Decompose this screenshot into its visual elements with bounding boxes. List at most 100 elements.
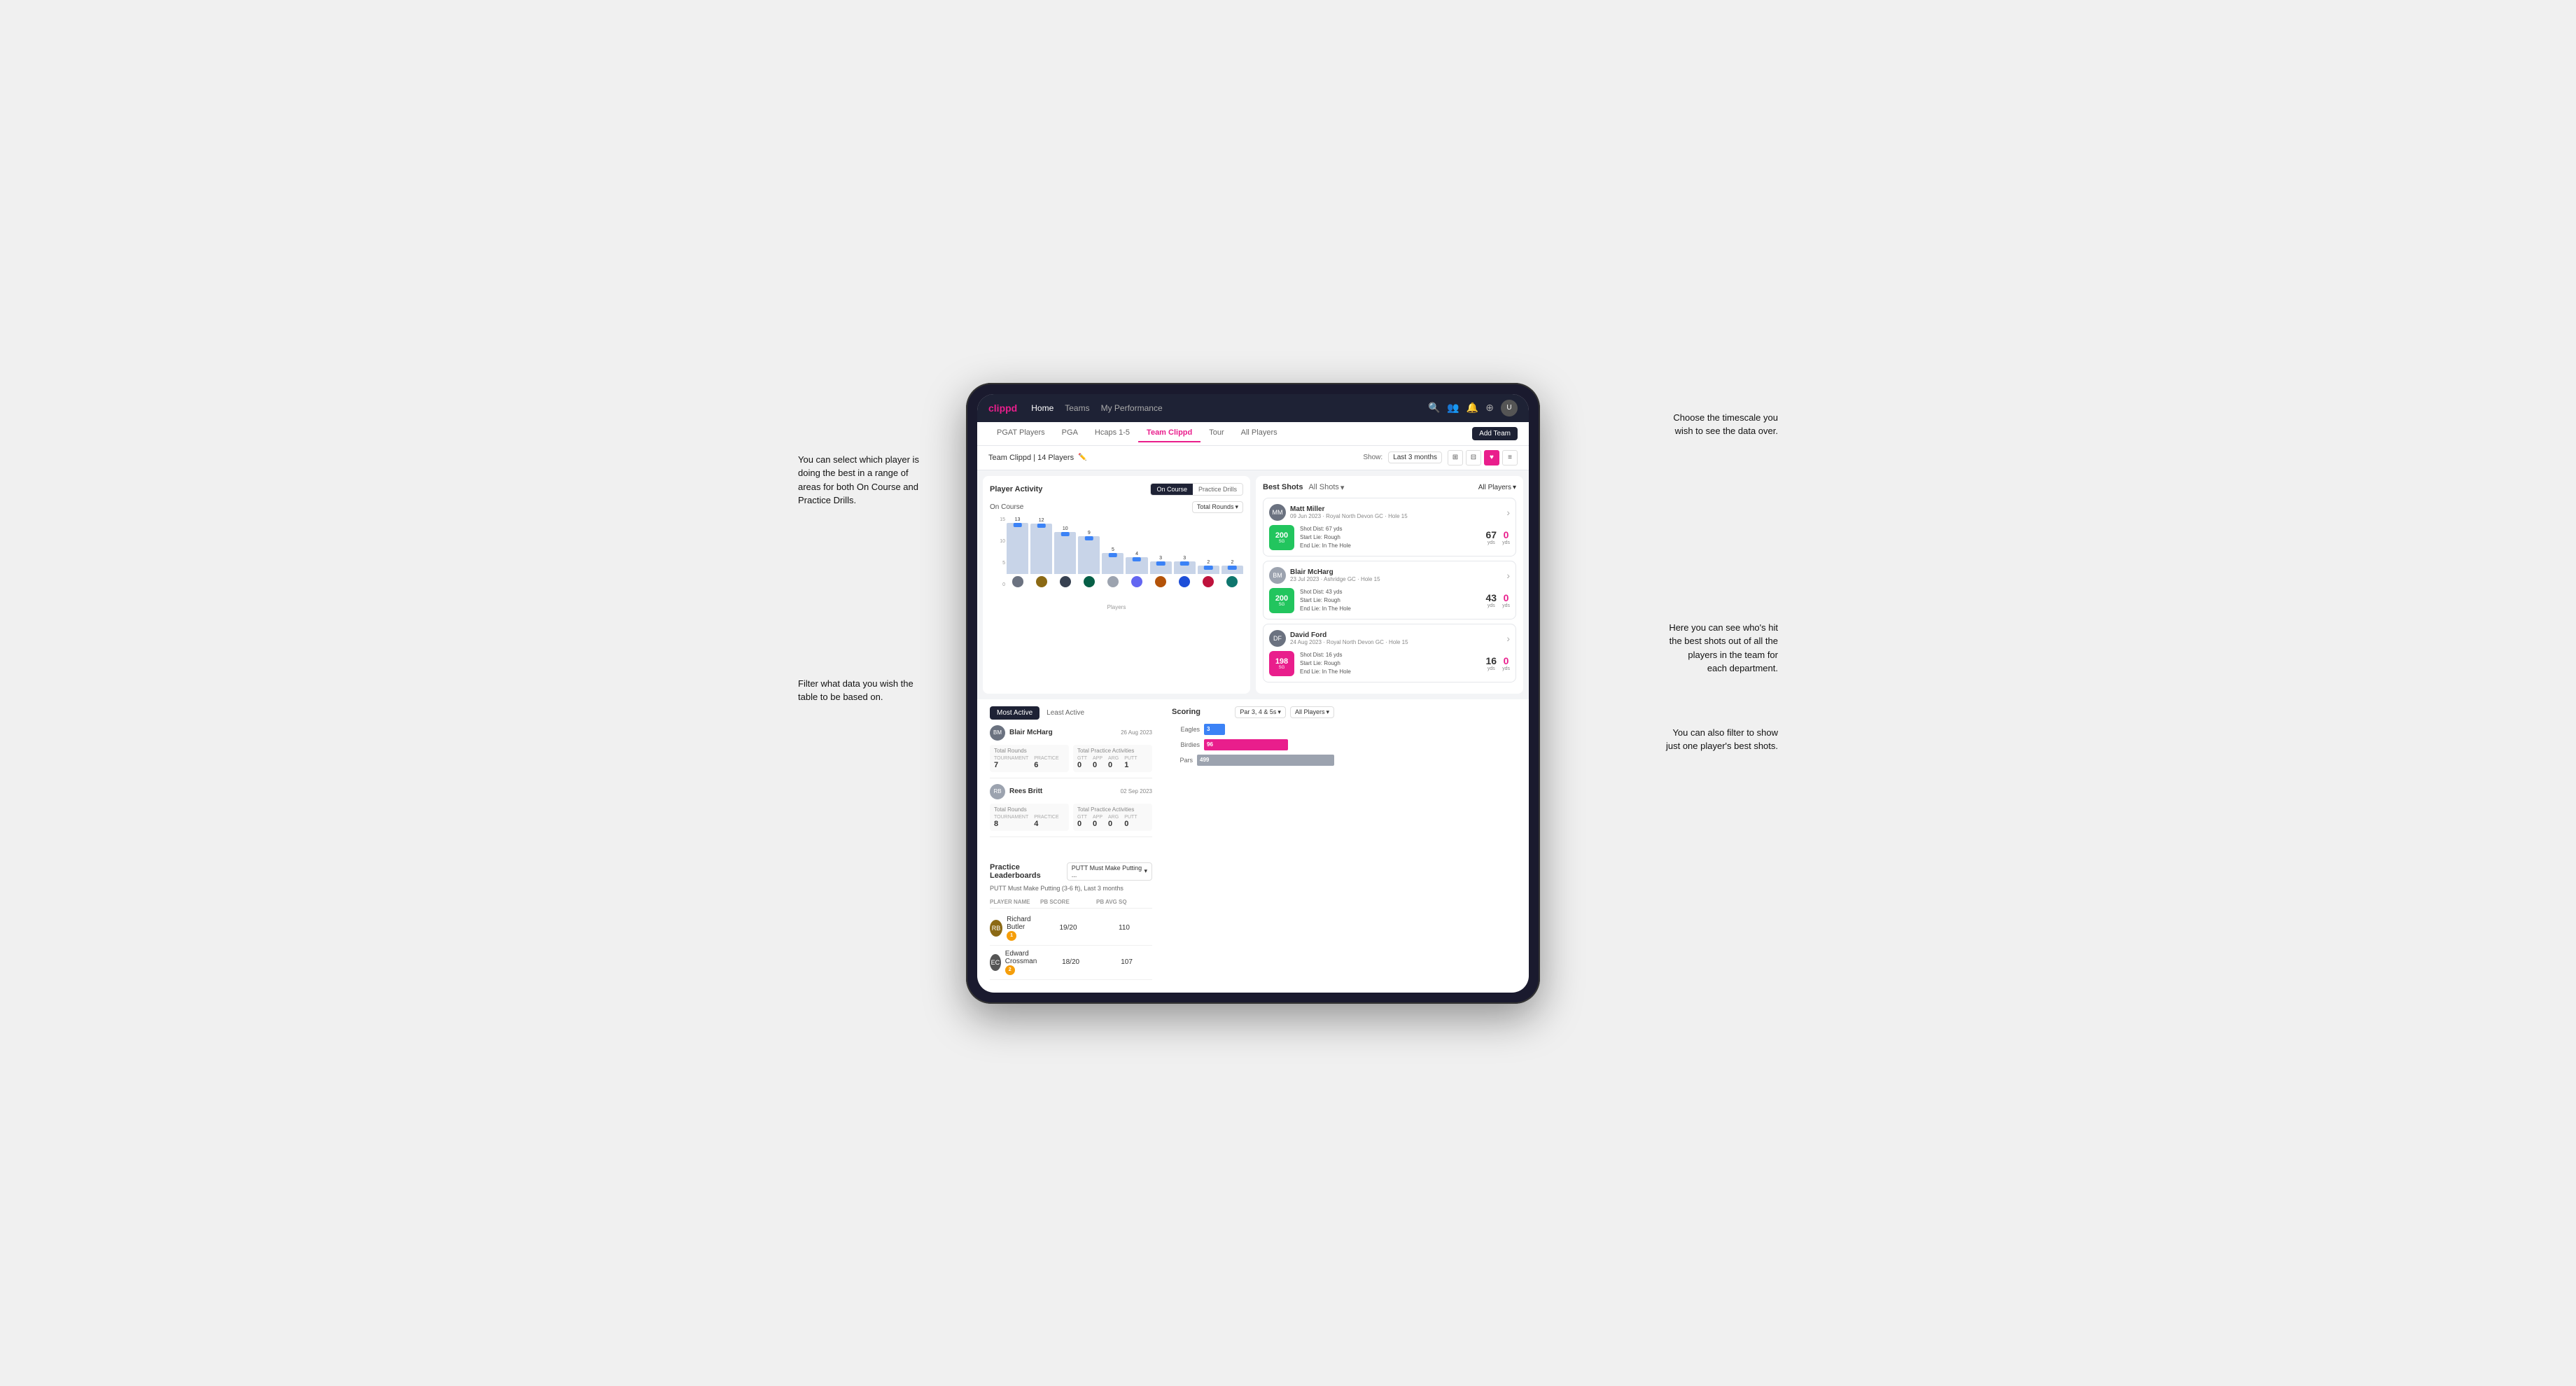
most-active-tab[interactable]: Most Active xyxy=(990,706,1040,720)
total-practice-group-mcharg: Total Practice Activities GTT 0 APP 0 xyxy=(1073,745,1152,772)
bar-highlight xyxy=(1037,524,1045,528)
chevron-down-icon: ▾ xyxy=(1144,867,1147,875)
active-player-britt: RB Rees Britt 02 Sep 2023 Total Rounds T… xyxy=(990,784,1152,837)
all-shots-tab[interactable]: All Shots ▾ xyxy=(1308,483,1344,492)
lb-rank-butler: 1 xyxy=(1007,931,1016,941)
chevron-right-icon[interactable]: › xyxy=(1506,570,1510,581)
active-player-left-britt: RB Rees Britt xyxy=(990,784,1042,799)
tab-pgat-players[interactable]: PGAT Players xyxy=(988,424,1054,442)
tablet-frame: clippd Home Teams My Performance 🔍 👥 🔔 ⊕… xyxy=(966,383,1540,1004)
menu-view-icon[interactable]: ≡ xyxy=(1502,450,1518,465)
grid-view-icon[interactable]: ⊞ xyxy=(1448,450,1463,465)
gtt-label2: GTT xyxy=(1077,815,1087,820)
shot-stat2-ford: 0 yds xyxy=(1502,655,1510,671)
bar xyxy=(1102,553,1124,574)
heart-view-icon[interactable]: ♥ xyxy=(1484,450,1499,465)
nav-my-performance[interactable]: My Performance xyxy=(1101,403,1163,413)
lb-table-header: PLAYER NAME PB SCORE PB AVG SQ xyxy=(990,896,1152,909)
par-filter[interactable]: Par 3, 4 & 5s ▾ xyxy=(1235,706,1286,718)
app-val2: 0 xyxy=(1093,820,1102,828)
nav-logo: clippd xyxy=(988,402,1017,414)
practice-col: Practice 6 xyxy=(1034,756,1058,769)
time-filter[interactable]: Last 3 months xyxy=(1388,451,1442,463)
shot-badge-ford: 198 SG xyxy=(1269,651,1294,676)
active-player-header-mcharg: BM Blair McHarg 26 Aug 2023 xyxy=(990,725,1152,741)
shot-player-name-mcharg: Blair McHarg xyxy=(1290,568,1502,576)
tab-all-players[interactable]: All Players xyxy=(1233,424,1286,442)
users-icon[interactable]: 👥 xyxy=(1447,402,1459,414)
bar-avatar xyxy=(1012,576,1023,587)
tournament-label: Tournament xyxy=(994,756,1028,761)
eagles-bar: 3 xyxy=(1204,724,1225,735)
least-active-tab[interactable]: Least Active xyxy=(1040,706,1091,720)
putt-col2: PUTT 0 xyxy=(1124,815,1137,828)
bell-icon[interactable]: 🔔 xyxy=(1466,402,1478,414)
shot-details-mcharg: 200 SG Shot Dist: 43 yds Start Lie: Roug… xyxy=(1269,588,1510,613)
list-view-icon[interactable]: ⊟ xyxy=(1466,450,1481,465)
active-avatar-mcharg: BM xyxy=(990,725,1005,741)
chevron-right-icon[interactable]: › xyxy=(1506,633,1510,644)
bar-highlight xyxy=(1180,561,1189,566)
shot-text-mcharg: Shot Dist: 43 yds Start Lie: Rough End L… xyxy=(1300,588,1480,613)
total-rounds-label: Total Rounds xyxy=(994,748,1065,754)
pars-bar: 499 xyxy=(1197,755,1334,766)
search-icon[interactable]: 🔍 xyxy=(1428,402,1440,414)
shot-text-ford: Shot Dist: 16 yds Start Lie: Rough End L… xyxy=(1300,651,1480,676)
chart-filter-dropdown[interactable]: Total Rounds ▾ xyxy=(1192,501,1243,513)
chevron-right-icon[interactable]: › xyxy=(1506,507,1510,518)
best-shots-tab[interactable]: Best Shots xyxy=(1263,483,1303,491)
y-label-0: 0 xyxy=(1002,582,1005,587)
annotation-top-left: You can select which player is doing the… xyxy=(798,453,919,507)
top-nav: clippd Home Teams My Performance 🔍 👥 🔔 ⊕… xyxy=(977,394,1529,422)
edit-icon[interactable]: ✏️ xyxy=(1078,454,1086,461)
practice-drills-toggle[interactable]: Practice Drills xyxy=(1193,484,1242,495)
table-row: RB Richard Butler 1 19/20 110 xyxy=(990,911,1152,946)
show-label: Show: xyxy=(1363,454,1382,461)
bar-chart: 15 10 5 0 13 12 10 9 5 4 3 3 2 2 xyxy=(990,517,1243,601)
annotation-mid-right: Here you can see who's hit the best shot… xyxy=(1669,621,1778,676)
nav-home[interactable]: Home xyxy=(1031,403,1054,413)
chart-x-label: Players xyxy=(990,604,1243,610)
avatar[interactable]: U xyxy=(1501,400,1518,416)
all-players-filter[interactable]: All Players ▾ xyxy=(1478,484,1516,491)
chevron-down-icon: ▾ xyxy=(1340,483,1345,492)
arg-col: ARG 0 xyxy=(1108,756,1119,769)
plus-circle-icon[interactable]: ⊕ xyxy=(1485,402,1494,414)
bar xyxy=(1030,524,1052,574)
bar-value-label: 13 xyxy=(1015,517,1021,522)
add-team-button[interactable]: Add Team xyxy=(1472,427,1518,440)
tab-tour[interactable]: Tour xyxy=(1200,424,1232,442)
practice-title: Practice Leaderboards xyxy=(990,863,1067,880)
course-toggle: On Course Practice Drills xyxy=(1150,483,1243,496)
y-axis: 15 10 5 0 xyxy=(990,517,1005,587)
all-players-scoring-filter[interactable]: All Players ▾ xyxy=(1290,706,1334,718)
nav-teams[interactable]: Teams xyxy=(1065,403,1089,413)
shot-item-miller: MM Matt Miller 09 Jun 2023 · Royal North… xyxy=(1263,498,1516,556)
chevron-down-icon: ▾ xyxy=(1513,484,1516,491)
chart-filter-label: Total Rounds xyxy=(1197,503,1234,510)
shots-tabs: Best Shots All Shots ▾ xyxy=(1263,483,1344,492)
active-player-left-mcharg: BM Blair McHarg xyxy=(990,725,1053,741)
chevron-down-icon: ▾ xyxy=(1235,503,1238,511)
eagles-row: Eagles 3 xyxy=(1172,724,1334,735)
lb-score-crossman: 18/20 xyxy=(1043,958,1099,966)
page-wrapper: You can select which player is doing the… xyxy=(798,383,1778,1004)
bar-avatar xyxy=(1131,576,1142,587)
bar-highlight xyxy=(1061,532,1070,536)
bar-avatar xyxy=(1036,576,1047,587)
lb-col-avg: PB AVG SQ xyxy=(1096,899,1152,905)
shot-badge-miller: 200 SG xyxy=(1269,525,1294,550)
total-rounds-group-britt: Total Rounds Tournament 8 Practice 4 xyxy=(990,804,1069,831)
on-course-toggle[interactable]: On Course xyxy=(1151,484,1193,495)
bar-group: 3 xyxy=(1174,517,1196,587)
shot-player-info-mcharg: Blair McHarg 23 Jul 2023 · Ashridge GC ·… xyxy=(1290,568,1502,582)
practice-filter-dropdown[interactable]: PUTT Must Make Putting ... ▾ xyxy=(1067,862,1152,881)
tab-pga[interactable]: PGA xyxy=(1054,424,1086,442)
tab-team-clippd[interactable]: Team Clippd xyxy=(1138,424,1200,442)
tab-hcaps[interactable]: Hcaps 1-5 xyxy=(1086,424,1138,442)
sub-nav-tabs: PGAT Players PGA Hcaps 1-5 Team Clippd T… xyxy=(988,424,1286,442)
shot-item-mcharg: BM Blair McHarg 23 Jul 2023 · Ashridge G… xyxy=(1263,561,1516,620)
bar-group: 5 xyxy=(1102,517,1124,587)
bar-group: 2 xyxy=(1198,517,1219,587)
shot-player-name-ford: David Ford xyxy=(1290,631,1502,639)
